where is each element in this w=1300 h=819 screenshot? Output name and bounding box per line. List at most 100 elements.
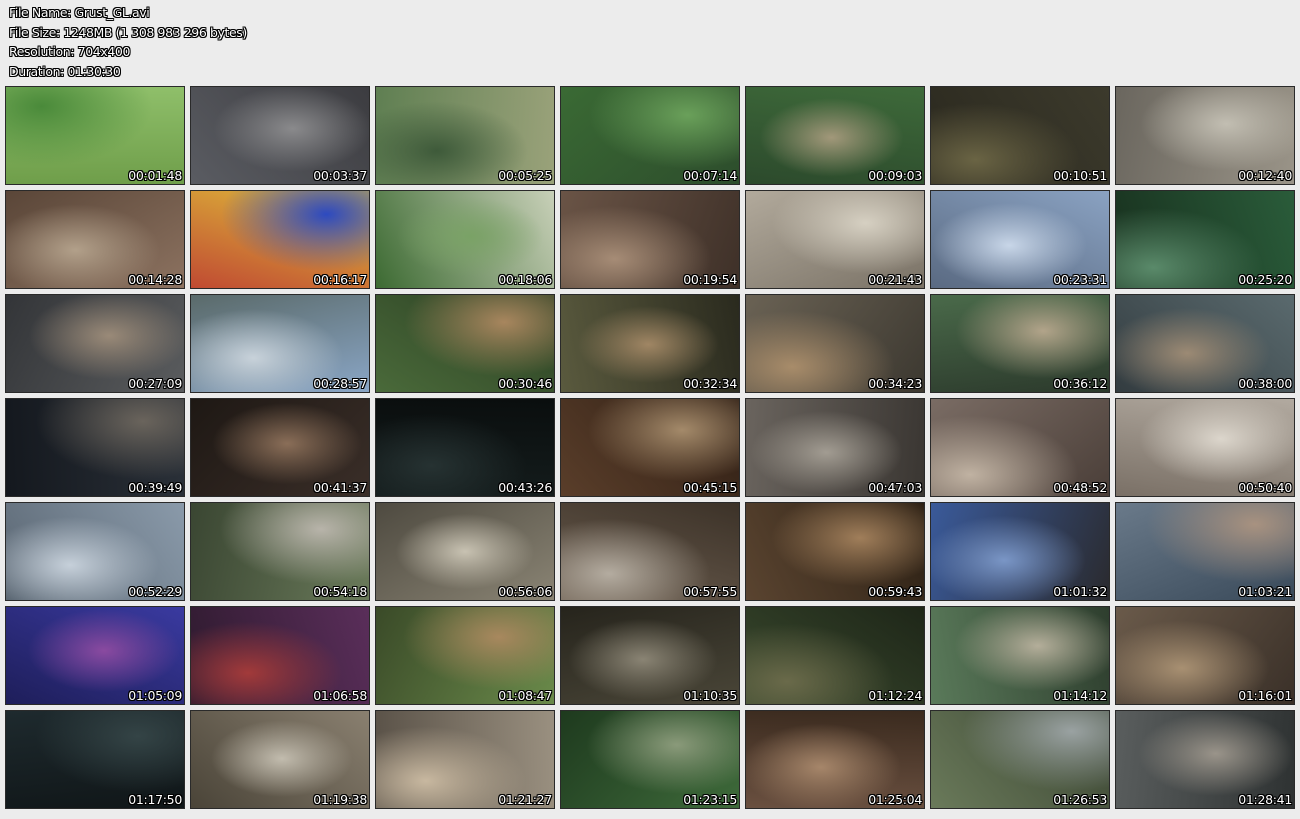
timestamp-label: 00:27:09 [128,376,182,391]
thumbnail-frame: 00:36:12 [930,294,1110,393]
timestamp-label: 00:25:20 [1238,272,1292,287]
timestamp-label: 00:21:43 [868,272,922,287]
thumbnail-frame: 00:54:18 [190,502,370,601]
thumbnail-frame: 00:34:23 [745,294,925,393]
thumbnail-frame: 01:19:38 [190,710,370,809]
timestamp-label: 01:08:47 [498,688,552,703]
thumbnail-frame: 00:38:00 [1115,294,1295,393]
timestamp-label: 00:38:00 [1238,376,1292,391]
timestamp-label: 00:30:46 [498,376,552,391]
thumbnail-frame: 01:03:21 [1115,502,1295,601]
thumbnail-frame: 00:50:40 [1115,398,1295,497]
timestamp-label: 00:23:31 [1053,272,1107,287]
file-name-text: File Name: Grust_GL.avi [9,5,150,20]
thumbnail-frame: 00:27:09 [5,294,185,393]
timestamp-label: 00:50:40 [1238,480,1292,495]
thumbnail-frame: 01:28:41 [1115,710,1295,809]
timestamp-label: 01:25:04 [868,792,922,807]
thumbnail-frame: 00:23:31 [930,190,1110,289]
timestamp-label: 01:10:35 [683,688,737,703]
timestamp-label: 00:07:14 [683,168,737,183]
timestamp-label: 01:01:32 [1053,584,1107,599]
thumbnail-frame: 00:05:25 [375,86,555,185]
thumbnail-frame: 01:26:53 [930,710,1110,809]
thumbnail-frame: 01:14:12 [930,606,1110,705]
timestamp-label: 00:16:17 [313,272,367,287]
thumbnail-frame: 01:10:35 [560,606,740,705]
resolution-text: Resolution: 704x400 [9,44,131,59]
file-info-header: File Name: Grust_GL.avi File Size: 1248M… [9,3,247,81]
timestamp-label: 01:16:01 [1238,688,1292,703]
timestamp-label: 00:52:29 [128,584,182,599]
duration-text: Duration: 01:30:30 [9,63,121,79]
thumbnail-frame: 01:12:24 [745,606,925,705]
timestamp-label: 00:12:40 [1238,168,1292,183]
timestamp-label: 01:06:58 [313,688,367,703]
thumbnail-frame: 01:17:50 [5,710,185,809]
timestamp-label: 00:03:37 [313,168,367,183]
thumbnail-frame: 00:16:17 [190,190,370,289]
timestamp-label: 00:47:03 [868,480,922,495]
timestamp-label: 00:28:57 [313,376,367,391]
timestamp-label: 01:28:41 [1238,792,1292,807]
file-size-text: File Size: 1248MB (1 308 983 296 bytes) [9,24,247,40]
timestamp-label: 00:45:15 [683,480,737,495]
timestamp-label: 01:17:50 [128,792,182,807]
timestamp-label: 00:09:03 [868,168,922,183]
timestamp-label: 00:41:37 [313,480,367,495]
timestamp-label: 01:05:09 [128,688,182,703]
thumbnail-frame: 00:57:55 [560,502,740,601]
timestamp-label: 00:18:06 [498,272,552,287]
thumbnail-grid: 00:01:48 00:03:37 00:05:25 00:07:14 00:09:03… [5,86,1295,809]
thumbnail-frame: 01:01:32 [930,502,1110,601]
timestamp-label: 01:23:15 [683,792,737,807]
thumbnail-frame: 00:25:20 [1115,190,1295,289]
timestamp-label: 00:10:51 [1053,168,1107,183]
thumbnail-frame: 00:28:57 [190,294,370,393]
timestamp-label: 01:03:21 [1238,584,1292,599]
timestamp-label: 01:19:38 [313,792,367,807]
thumbnail-frame: 00:32:34 [560,294,740,393]
thumbnail-frame: 00:39:49 [5,398,185,497]
thumbnail-frame: 00:56:06 [375,502,555,601]
timestamp-label: 00:19:54 [683,272,737,287]
thumbnail-frame: 00:21:43 [745,190,925,289]
thumbnail-frame: 00:09:03 [745,86,925,185]
timestamp-label: 01:21:27 [498,792,552,807]
thumbnail-frame: 01:25:04 [745,710,925,809]
timestamp-label: 00:54:18 [313,584,367,599]
thumbnail-frame: 01:05:09 [5,606,185,705]
thumbnail-frame: 00:18:06 [375,190,555,289]
thumbnail-frame: 00:45:15 [560,398,740,497]
thumbnail-frame: 00:19:54 [560,190,740,289]
timestamp-label: 00:57:55 [683,584,737,599]
thumbnail-frame: 00:12:40 [1115,86,1295,185]
thumbnail-frame: 00:14:28 [5,190,185,289]
thumbnail-frame: 00:07:14 [560,86,740,185]
thumbnail-frame: 01:16:01 [1115,606,1295,705]
thumbnail-frame: 01:23:15 [560,710,740,809]
thumbnail-frame: 00:41:37 [190,398,370,497]
timestamp-label: 00:56:06 [498,584,552,599]
thumbnail-frame: 00:10:51 [930,86,1110,185]
timestamp-label: 00:34:23 [868,376,922,391]
timestamp-label: 00:01:48 [128,168,182,183]
thumbnail-frame: 00:47:03 [745,398,925,497]
thumbnail-frame: 00:59:43 [745,502,925,601]
timestamp-label: 01:14:12 [1053,688,1107,703]
thumbnail-frame: 00:43:26 [375,398,555,497]
timestamp-label: 00:48:52 [1053,480,1107,495]
timestamp-label: 00:43:26 [498,480,552,495]
thumbnail-frame: 01:06:58 [190,606,370,705]
timestamp-label: 00:59:43 [868,584,922,599]
timestamp-label: 00:32:34 [683,376,737,391]
timestamp-label: 00:39:49 [128,480,182,495]
timestamp-label: 01:12:24 [868,688,922,703]
timestamp-label: 00:05:25 [498,168,552,183]
timestamp-label: 00:36:12 [1053,376,1107,391]
thumbnail-frame: 01:08:47 [375,606,555,705]
timestamp-label: 01:26:53 [1053,792,1107,807]
thumbnail-frame: 00:48:52 [930,398,1110,497]
thumbnail-frame: 00:52:29 [5,502,185,601]
thumbnail-frame: 00:03:37 [190,86,370,185]
